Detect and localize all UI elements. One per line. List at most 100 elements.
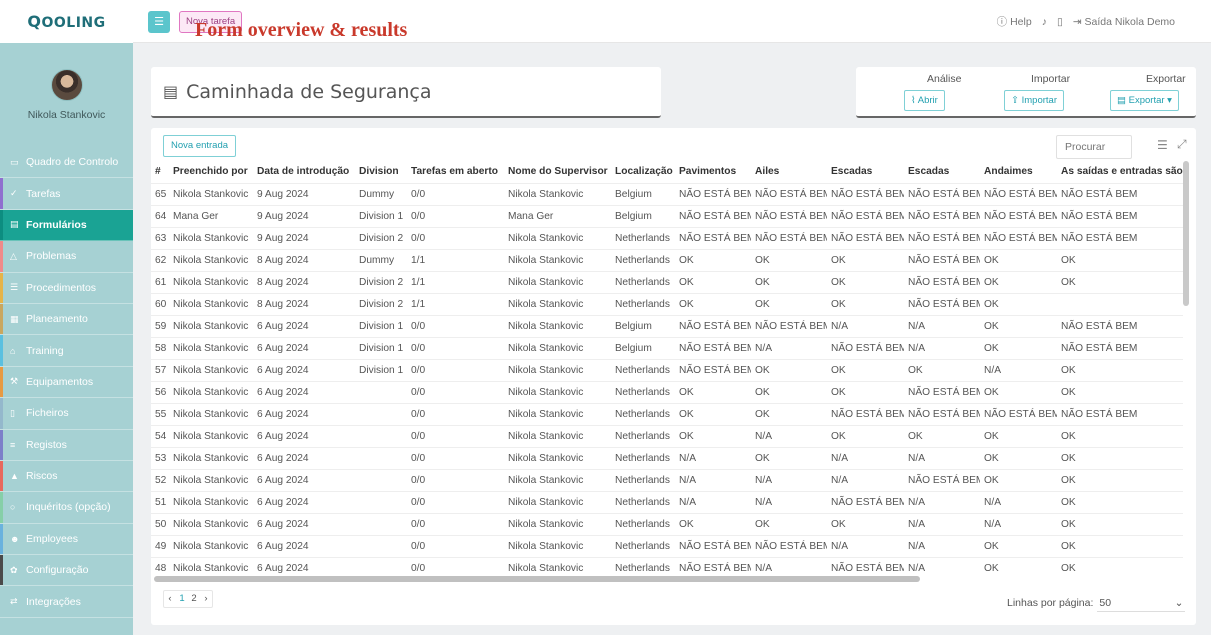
import-button[interactable]: ⇪ Importar — [1004, 90, 1064, 111]
sidebar-item-riscos[interactable]: ▲ Riscos — [0, 460, 133, 493]
prev-page-button[interactable]: ‹ — [164, 591, 176, 607]
sidebar-item-integra-es[interactable]: ⇄ Integrações — [0, 586, 133, 618]
table-cell: 53 — [151, 446, 169, 469]
sidebar-item-ficheiros[interactable]: ▯ Ficheiros — [0, 398, 133, 430]
table-cell: NÃO ESTÁ BEM — [1057, 314, 1183, 337]
sidebar-item-quadro-de-controlo[interactable]: ▭ Quadro de Controlo — [0, 147, 133, 179]
table-cell: OK — [751, 248, 827, 271]
column-header[interactable]: Localização — [611, 161, 675, 183]
sidebar-item-registos[interactable]: ≡ Registos — [0, 429, 133, 461]
table-row[interactable]: 52 Nikola Stankovic 6 Aug 2024 0/0 Nikola St… — [151, 468, 1183, 491]
table-cell: Netherlands — [611, 226, 675, 249]
table-cell: Belgium — [611, 204, 675, 227]
search-input[interactable] — [1056, 135, 1132, 159]
avatar[interactable] — [50, 69, 83, 101]
rows-per-page-select[interactable]: 50 ⌄ — [1097, 594, 1186, 612]
sidebar-item-problemas[interactable]: △ Problemas — [0, 241, 133, 273]
column-header[interactable]: Data de introdução — [253, 161, 355, 183]
sidebar-item-training[interactable]: ⌂ Training — [0, 335, 133, 367]
open-analysis-button[interactable]: ⌇ Abrir — [904, 90, 945, 111]
table-row[interactable]: 59 Nikola Stankovic 6 Aug 2024 Division 1 0/… — [151, 314, 1183, 337]
table-cell: 6 Aug 2024 — [253, 402, 355, 425]
table-row[interactable]: 65 Nikola Stankovic 9 Aug 2024 Dummy 0/0 Niko… — [151, 182, 1183, 205]
table-row[interactable]: 62 Nikola Stankovic 8 Aug 2024 Dummy 1/1 Niko… — [151, 248, 1183, 271]
sidebar-item-equipamentos[interactable]: ⚒ Equipamentos — [0, 366, 133, 399]
chart-icon: ⌇ — [911, 95, 916, 106]
table-cell: Netherlands — [611, 490, 675, 513]
sidebar-item-tarefas[interactable]: ✓ Tarefas — [0, 178, 133, 210]
table-row[interactable]: 50 Nikola Stankovic 6 Aug 2024 0/0 Nikola St… — [151, 512, 1183, 535]
table-cell: 6 Aug 2024 — [253, 534, 355, 557]
table-cell — [355, 534, 407, 557]
column-header[interactable]: Division — [355, 161, 407, 183]
sidebar-item-employees[interactable]: ☻ Employees — [0, 523, 133, 556]
help-link[interactable]: ⓘ Help — [997, 14, 1032, 29]
sidebar-item-formul-rios[interactable]: ▤ Formulários — [0, 209, 133, 242]
export-button[interactable]: ▤ Exportar ▾ — [1110, 90, 1179, 111]
table-cell: OK — [1057, 556, 1183, 578]
menu-toggle-button[interactable]: ☰ — [148, 11, 170, 33]
sidebar-item-label: Procedimentos — [26, 281, 97, 294]
column-header[interactable]: Tarefas em aberto — [407, 161, 504, 183]
sidebar-item-inqu-ritos-op-o[interactable]: ○ Inquéritos (opção) — [0, 492, 133, 524]
table-row[interactable]: 64 Mana Ger 9 Aug 2024 Division 1 0/0 Mana Ge… — [151, 204, 1183, 227]
table-cell: Belgium — [611, 314, 675, 337]
sidebar-item-label: Tarefas — [26, 187, 61, 200]
table-cell: NÃO ESTÁ BEM — [675, 226, 751, 249]
column-header[interactable]: Preenchido por — [169, 161, 253, 183]
column-header[interactable]: Ailes — [751, 161, 827, 183]
column-header[interactable]: Nome do Supervisor — [504, 161, 611, 183]
table-row[interactable]: 53 Nikola Stankovic 6 Aug 2024 0/0 Nikola St… — [151, 446, 1183, 469]
column-header[interactable]: Escadas — [904, 161, 980, 183]
table-cell: Belgium — [611, 182, 675, 205]
table-row[interactable]: 63 Nikola Stankovic 9 Aug 2024 Division 2 0/… — [151, 226, 1183, 249]
table-row[interactable]: 60 Nikola Stankovic 8 Aug 2024 Division 2 1/… — [151, 292, 1183, 315]
table-row[interactable]: 56 Nikola Stankovic 6 Aug 2024 0/0 Nikola St… — [151, 380, 1183, 403]
column-header[interactable]: Andaimes — [980, 161, 1057, 183]
table-cell: OK — [1057, 424, 1183, 447]
table-cell: OK — [980, 534, 1057, 557]
horizontal-scrollbar[interactable] — [154, 576, 920, 582]
table-cell: 6 Aug 2024 — [253, 336, 355, 359]
next-page-button[interactable]: › — [200, 591, 212, 607]
table-cell: Netherlands — [611, 424, 675, 447]
filter-icon[interactable]: ☰ — [1157, 138, 1168, 152]
table-cell: Nikola Stankovic — [504, 468, 611, 491]
new-entry-button[interactable]: Nova entrada — [163, 135, 237, 157]
table-cell: 57 — [151, 358, 169, 381]
table-cell: Netherlands — [611, 446, 675, 469]
table-cell: Netherlands — [611, 270, 675, 293]
sidebar-item-planeamento[interactable]: ▦ Planeamento — [0, 303, 133, 336]
table-cell: NÃO ESTÁ BEM — [827, 226, 904, 249]
sidebar-item-procedimentos[interactable]: ☰ Procedimentos — [0, 272, 133, 304]
table-row[interactable]: 49 Nikola Stankovic 6 Aug 2024 0/0 Nikola St… — [151, 534, 1183, 557]
table-cell: 9 Aug 2024 — [253, 226, 355, 249]
page-button[interactable]: 1 — [176, 591, 188, 607]
notifications-button[interactable]: ♪ — [1042, 16, 1047, 28]
page-button[interactable]: 2 — [188, 591, 200, 607]
column-header[interactable]: # — [151, 161, 169, 183]
column-header[interactable]: Escadas — [827, 161, 904, 183]
logo[interactable]: QOOLING — [27, 12, 105, 31]
table-row[interactable]: 58 Nikola Stankovic 6 Aug 2024 Division 1 0/… — [151, 336, 1183, 359]
logout-link[interactable]: ⇥ Saída Nikola Demo — [1073, 16, 1175, 28]
table-cell: 0/0 — [407, 534, 504, 557]
table-row[interactable]: 61 Nikola Stankovic 8 Aug 2024 Division 2 1/… — [151, 270, 1183, 293]
table-cell: N/A — [827, 446, 904, 469]
table-row[interactable]: 48 Nikola Stankovic 6 Aug 2024 0/0 Nikola St… — [151, 556, 1183, 578]
pagination: ‹ 1 2 › — [163, 590, 213, 608]
table-row[interactable]: 51 Nikola Stankovic 6 Aug 2024 0/0 Nikola St… — [151, 490, 1183, 513]
table-row[interactable]: 55 Nikola Stankovic 6 Aug 2024 0/0 Nikola St… — [151, 402, 1183, 425]
column-header[interactable]: As saídas e entradas são — [1057, 161, 1183, 183]
table-row[interactable]: 54 Nikola Stankovic 6 Aug 2024 0/0 Nikola St… — [151, 424, 1183, 447]
vertical-scrollbar[interactable] — [1183, 161, 1189, 306]
column-header[interactable]: Pavimentos — [675, 161, 751, 183]
table-cell: NÃO ESTÁ BEM — [904, 182, 980, 205]
table-cell: 49 — [151, 534, 169, 557]
reports-button[interactable]: ▯ — [1057, 16, 1063, 28]
table-cell: Nikola Stankovic — [169, 226, 253, 249]
expand-icon[interactable]: ⤢ — [1177, 137, 1187, 152]
table-cell: OK — [980, 556, 1057, 578]
sidebar-item-configura-o[interactable]: ✿ Configuração — [0, 555, 133, 587]
table-row[interactable]: 57 Nikola Stankovic 6 Aug 2024 Division 1 0/… — [151, 358, 1183, 381]
